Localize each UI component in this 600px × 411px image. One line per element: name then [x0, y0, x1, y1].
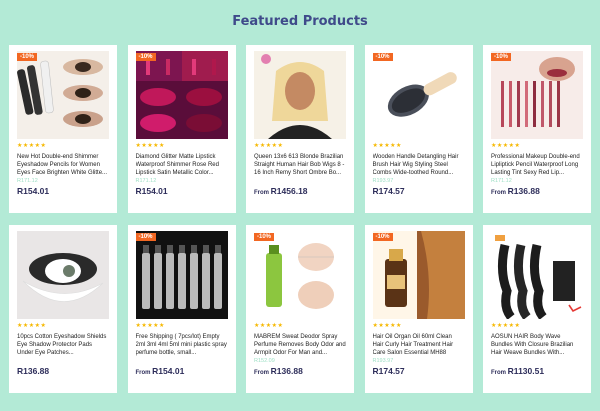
product-grid: -10% ★★★★★ New Hot Double-end Shimmer Ey…: [9, 45, 591, 393]
product-title[interactable]: Hair Oil Organ Oil 60ml Clean Hair Curly…: [373, 333, 465, 357]
product-card[interactable]: -10% ★★★★★ Hair Oil Organ Oil 60ml Clean…: [364, 225, 473, 393]
product-card[interactable]: -10% ★★★★★ Diamond Glitter Matte Lipstic…: [127, 45, 236, 213]
old-price: R152.09: [254, 358, 275, 364]
rating-stars: ★★★★★: [491, 323, 521, 329]
rating-stars: ★★★★★: [135, 323, 165, 329]
product-image[interactable]: -10%: [135, 51, 228, 139]
product-title[interactable]: AOSUN HAIR Body Wave Bundles With Closur…: [491, 333, 583, 357]
product-title[interactable]: 10pcs Cotton Eyeshadow Shields Eye Shado…: [17, 333, 109, 357]
rating-stars: ★★★★★: [254, 143, 284, 149]
product-image[interactable]: [17, 231, 109, 319]
old-price: [254, 178, 346, 185]
price: From R1130.51: [491, 366, 583, 376]
price-value: R136.88: [17, 366, 50, 376]
old-price: R171.12: [491, 178, 512, 184]
rating-stars: ★★★★★: [491, 143, 521, 149]
old-price: R171.12: [135, 178, 157, 184]
price-value: R154.01: [152, 366, 185, 376]
discount-badge: -10%: [491, 53, 512, 61]
price-prefix: From: [254, 370, 271, 376]
old-price: [136, 358, 228, 365]
discount-badge: -10%: [372, 233, 393, 241]
price-prefix: From: [135, 370, 153, 376]
rating-stars: ★★★★★: [372, 323, 402, 329]
price-prefix: From: [491, 190, 508, 196]
price-value: R174.57: [372, 366, 405, 376]
rating-stars: ★★★★★: [17, 143, 47, 149]
product-title[interactable]: New Hot Double-end Shimmer Eyeshadow Pen…: [17, 153, 109, 177]
product-image[interactable]: -10%: [17, 51, 109, 139]
price-prefix: From: [491, 370, 508, 376]
price: From R136.88: [491, 186, 583, 196]
product-image[interactable]: -10%: [372, 231, 465, 319]
product-image[interactable]: -10%: [491, 51, 583, 139]
product-card[interactable]: -10% ★★★★★ Free Shipping (7pcs/lot) Emp…: [127, 225, 236, 393]
price: From R154.01: [136, 366, 228, 376]
price: R154.01: [136, 186, 228, 196]
product-card[interactable]: -10% ★★★★★ Wooden Handle Detangling Hair…: [364, 45, 473, 213]
discount-badge: -10%: [135, 53, 156, 61]
old-price: [491, 358, 583, 365]
product-image[interactable]: [491, 231, 583, 319]
price: R174.57: [373, 186, 465, 196]
old-price: R193.97: [372, 178, 394, 184]
section-title: Featured Products: [232, 14, 368, 29]
rating-stars: ★★★★★: [17, 323, 47, 329]
rating-stars: ★★★★★: [254, 323, 284, 329]
price: R136.88: [17, 366, 109, 376]
price: R174.57: [373, 366, 465, 376]
price-value: R136.88: [507, 186, 540, 196]
product-card[interactable]: ★★★★★ 10pcs Cotton Eyeshadow Shields Eye…: [9, 225, 117, 393]
product-image[interactable]: -10%: [135, 231, 228, 319]
product-title[interactable]: Queen 13x6 613 Blonde Brazilian Straight…: [254, 153, 346, 177]
price-value: R154.01: [17, 186, 50, 196]
price-prefix: From: [254, 190, 271, 196]
product-card[interactable]: ★★★★★ AOSUN HAIR Body Wave Bundles With …: [483, 225, 591, 393]
product-title[interactable]: Professional Makeup Double-end Lipliptic…: [491, 153, 583, 177]
product-title[interactable]: Free Shipping ( 7pcs/lot) Empty 2ml 3ml …: [136, 333, 228, 357]
discount-badge: -10%: [135, 233, 156, 241]
product-title[interactable]: Diamond Glitter Matte Lipstick Waterproo…: [136, 153, 228, 177]
old-price: R193.97: [372, 358, 394, 364]
product-card[interactable]: -10% ★★★★★ MABREM Sweat Deodor Spray Per…: [246, 225, 354, 393]
discount-badge: -10%: [372, 53, 393, 61]
product-card[interactable]: ★★★★★ Queen 13x6 613 Blonde Brazilian St…: [246, 45, 354, 213]
product-image[interactable]: -10%: [372, 51, 465, 139]
product-title[interactable]: Wooden Handle Detangling Hair Brush Hair…: [373, 153, 465, 177]
product-title[interactable]: MABREM Sweat Deodor Spray Perfume Remove…: [254, 333, 346, 357]
price: From R1456.18: [254, 186, 346, 196]
price: R154.01: [17, 186, 109, 196]
rating-stars: ★★★★★: [135, 143, 165, 149]
price: From R136.88: [254, 366, 346, 376]
price-value: R136.88: [270, 366, 303, 376]
product-image[interactable]: -10%: [254, 231, 346, 319]
price-value: R154.01: [135, 186, 168, 196]
old-price: R171.12: [17, 178, 38, 184]
discount-badge: -10%: [254, 233, 275, 241]
price-value: R174.57: [372, 186, 405, 196]
product-image[interactable]: [254, 51, 346, 139]
old-price: [17, 358, 109, 365]
product-card[interactable]: -10% ★★★★★ Professional Makeup Double-en…: [483, 45, 591, 213]
rating-stars: ★★★★★: [372, 143, 402, 149]
price-value: R1130.51: [507, 366, 545, 376]
discount-badge: -10%: [17, 53, 38, 61]
price-value: R1456.18: [270, 186, 308, 196]
product-card[interactable]: -10% ★★★★★ New Hot Double-end Shimmer Ey…: [9, 45, 117, 213]
